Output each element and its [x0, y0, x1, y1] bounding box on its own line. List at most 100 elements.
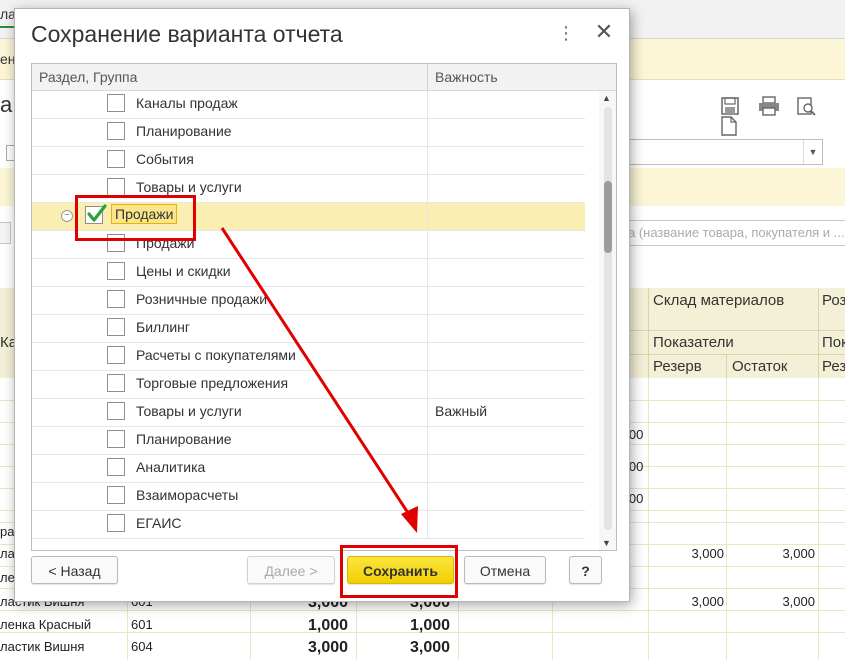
tree-header: Раздел, Группа Важность: [32, 64, 599, 91]
row-name: ра: [0, 524, 15, 539]
row-checkbox[interactable]: [107, 178, 125, 196]
section-tree: Раздел, Группа Важность Каналы продаж Пла…: [31, 63, 617, 551]
tree-row-label: Розничные продажи: [136, 291, 268, 307]
scroll-down-icon[interactable]: ▼: [602, 538, 611, 548]
grid-indicators: Показатели: [653, 334, 734, 351]
row-checkbox[interactable]: [107, 458, 125, 476]
row-divider: [427, 371, 428, 398]
row-checkbox[interactable]: [107, 122, 125, 140]
close-icon[interactable]: ✕: [593, 21, 615, 45]
grid-indicators-r: Пок: [822, 334, 845, 351]
row-code: 604: [131, 639, 153, 654]
tree-row[interactable]: Планирование: [32, 427, 585, 455]
search-input[interactable]: а (название товара, покупателя и ...: [627, 220, 845, 246]
column-header-importance[interactable]: Важность: [435, 69, 498, 85]
grid-col-warehouse: Склад материалов: [653, 292, 785, 309]
row-balance: 3,000: [782, 546, 815, 561]
chevron-down-icon[interactable]: ▼: [803, 140, 822, 164]
row-divider: [427, 119, 428, 146]
scroll-thumb[interactable]: [604, 181, 612, 253]
row-reserve: 3,000: [691, 594, 724, 609]
help-button[interactable]: ?: [569, 556, 602, 584]
tree-row-label: ЕГАИС: [136, 515, 182, 531]
row-value-2: 1,000: [410, 617, 451, 634]
tree-row-label: Цены и скидки: [136, 263, 231, 279]
row-value-1: 1,000: [308, 617, 349, 634]
row-name: ластик Вишня: [0, 639, 85, 654]
highlight-box-sales: [75, 195, 196, 241]
preview-icon[interactable]: [796, 96, 816, 116]
tree-row[interactable]: ЕГАИС: [32, 511, 585, 539]
print-icon[interactable]: [758, 96, 779, 116]
row-divider: [427, 147, 428, 174]
document-icon[interactable]: [720, 116, 740, 136]
row-checkbox[interactable]: [107, 374, 125, 392]
row-checkbox[interactable]: [107, 150, 125, 168]
row-checkbox[interactable]: [107, 262, 125, 280]
tree-row[interactable]: Цены и скидки: [32, 259, 585, 287]
tree-row-label: Товары и услуги: [136, 403, 242, 419]
tree-row-label: Взаиморасчеты: [136, 487, 239, 503]
grid-reserve: Резерв: [653, 358, 702, 375]
row-checkbox[interactable]: [107, 486, 125, 504]
row-divider: [427, 259, 428, 286]
row-divider: [427, 455, 428, 482]
search-placeholder: а (название товара, покупателя и ...: [628, 225, 845, 240]
scroll-up-icon[interactable]: ▲: [602, 93, 611, 103]
row-code: 601: [131, 617, 153, 632]
row-balance: 3,000: [782, 594, 815, 609]
row-checkbox[interactable]: [107, 514, 125, 532]
tree-row[interactable]: Взаиморасчеты: [32, 483, 585, 511]
save-icon[interactable]: [720, 96, 740, 116]
tree-row-label: Расчеты с покупателями: [136, 347, 296, 363]
row-name: ленка Красный: [0, 617, 92, 632]
toolbar-partial-button[interactable]: [0, 222, 11, 244]
row-reserve: 3,000: [691, 546, 724, 561]
collapse-icon[interactable]: −: [61, 210, 73, 222]
tree-row-label: Биллинг: [136, 319, 191, 335]
row-checkbox[interactable]: [107, 402, 125, 420]
variant-select[interactable]: ▼: [627, 139, 823, 165]
tree-row[interactable]: Биллинг: [32, 315, 585, 343]
row-name: ле: [0, 570, 15, 585]
row-checkbox[interactable]: [107, 290, 125, 308]
back-button[interactable]: < Назад: [31, 556, 118, 584]
tree-row-label: Планирование: [136, 431, 232, 447]
more-actions-icon[interactable]: ⋮: [557, 23, 575, 45]
tree-row-label: События: [136, 151, 194, 167]
row-checkbox[interactable]: [107, 94, 125, 112]
row-checkbox[interactable]: [107, 318, 125, 336]
tree-row[interactable]: Торговые предложения: [32, 371, 585, 399]
tree-row-label: Каналы продаж: [136, 95, 238, 111]
column-header-section[interactable]: Раздел, Группа: [39, 69, 137, 85]
tree-row-label: Аналитика: [136, 459, 206, 475]
tree-rows: Каналы продаж Планирование События Товары и…: [32, 91, 599, 550]
tree-row[interactable]: Товары и услуги Важный: [32, 399, 585, 427]
cancel-button[interactable]: Отмена: [464, 556, 546, 584]
tree-row[interactable]: Расчеты с покупателями: [32, 343, 585, 371]
tree-row[interactable]: Розничные продажи: [32, 287, 585, 315]
row-checkbox[interactable]: [107, 346, 125, 364]
tree-row[interactable]: События: [32, 147, 585, 175]
tree-row-label: Планирование: [136, 123, 232, 139]
save-report-variant-dialog: Сохранение варианта отчета ⋮ ✕ Раздел, Г…: [14, 8, 630, 602]
tree-row[interactable]: Каналы продаж: [32, 91, 585, 119]
row-divider: [427, 427, 428, 454]
grid-balance: Остаток: [732, 358, 788, 375]
tree-scrollbar[interactable]: ▲ ▼: [599, 91, 616, 550]
tree-row[interactable]: Планирование: [32, 119, 585, 147]
column-divider[interactable]: [427, 64, 428, 90]
row-checkbox[interactable]: [107, 430, 125, 448]
tree-row-importance: Важный: [435, 403, 488, 419]
report-toolbar-icons: [720, 96, 845, 136]
row-divider: [427, 343, 428, 370]
row-name: ла: [0, 546, 15, 561]
scroll-track[interactable]: [604, 107, 612, 530]
tree-row-label: Товары и услуги: [136, 179, 242, 195]
row-divider: [427, 511, 428, 538]
tree-row[interactable]: Аналитика: [32, 455, 585, 483]
row-value-1: 3,000: [308, 639, 349, 656]
row-divider: [427, 91, 428, 118]
next-button[interactable]: Далее >: [247, 556, 335, 584]
row-divider: [427, 483, 428, 510]
